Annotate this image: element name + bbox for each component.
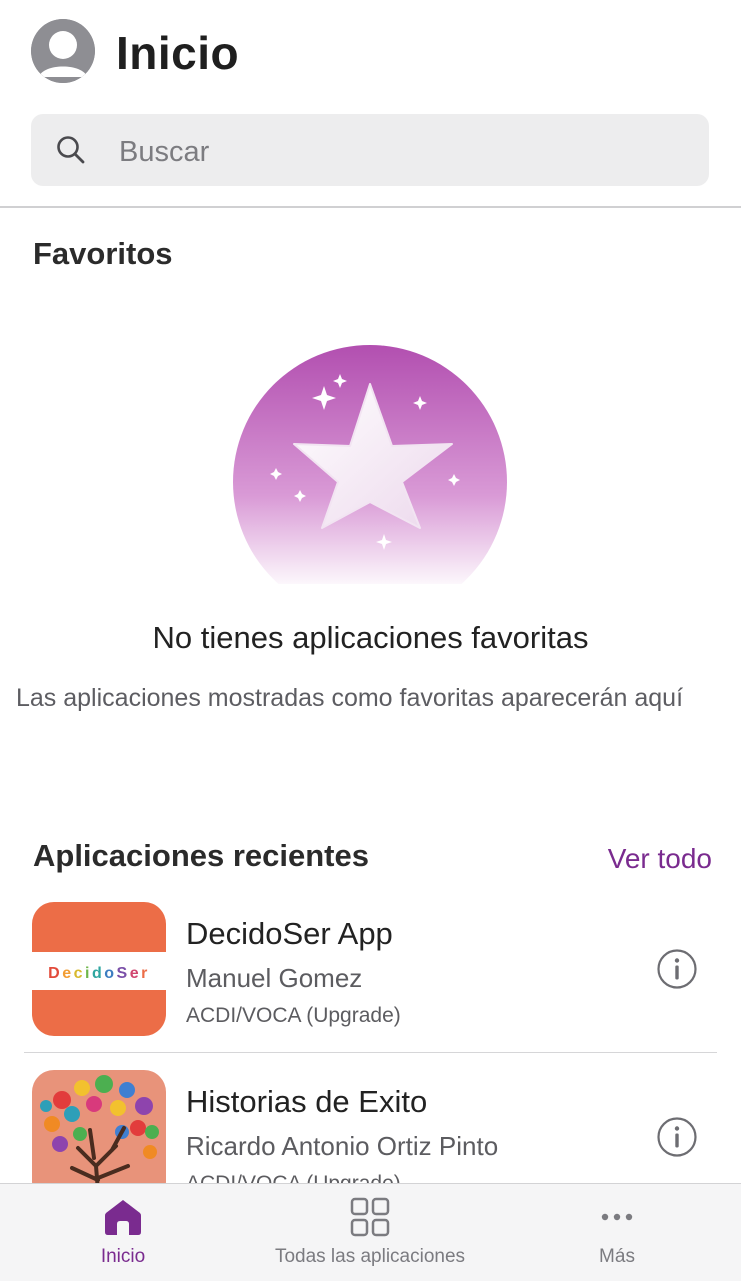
app-icon-decidoser: DecidoSer (32, 902, 166, 1036)
tab-home-label: Inicio (100, 1246, 146, 1267)
list-item[interactable]: DecidoSer DecidoSer App Manuel Gomez ACD… (0, 900, 741, 1068)
app-name: DecidoSer App (186, 916, 393, 951)
grid-icon (350, 1197, 390, 1237)
recent-apps-title: Aplicaciones recientes (33, 838, 369, 873)
favorites-star-illustration (233, 345, 507, 584)
search-input[interactable]: Buscar (31, 114, 709, 186)
app-org: ACDI/VOCA (Upgrade) (186, 1004, 401, 1027)
tab-all-apps[interactable]: Todas las aplicaciones (245, 1184, 495, 1281)
tab-more-label: Más (599, 1246, 635, 1267)
info-icon[interactable] (656, 948, 698, 990)
bottom-tab-bar: Inicio Todas las aplicaciones Más (0, 1183, 741, 1281)
empty-favorites-title: No tienes aplicaciones favoritas (152, 620, 589, 655)
search-icon (57, 136, 85, 164)
row-divider (24, 1052, 717, 1053)
tab-more[interactable]: Más (537, 1184, 697, 1281)
app-author: Ricardo Antonio Ortiz Pinto (186, 1131, 499, 1161)
see-all-link[interactable]: Ver todo (608, 843, 712, 875)
tab-home[interactable]: Inicio (43, 1184, 203, 1281)
empty-favorites-subtitle: Las aplicaciones mostradas como favorita… (16, 684, 684, 712)
info-icon[interactable] (656, 1116, 698, 1158)
avatar[interactable] (31, 19, 95, 83)
search-placeholder: Buscar (119, 136, 210, 168)
svg-text:DecidoSer: DecidoSer (48, 965, 150, 982)
user-avatar-icon (31, 19, 95, 83)
more-icon (601, 1213, 633, 1221)
app-name: Historias de Exito (186, 1084, 428, 1119)
page-title: Inicio (116, 27, 240, 79)
home-icon (105, 1200, 141, 1235)
tab-all-apps-label: Todas las aplicaciones (274, 1246, 466, 1267)
favorites-title: Favoritos (33, 236, 173, 271)
app-author: Manuel Gomez (186, 963, 363, 993)
header-divider (0, 206, 741, 208)
